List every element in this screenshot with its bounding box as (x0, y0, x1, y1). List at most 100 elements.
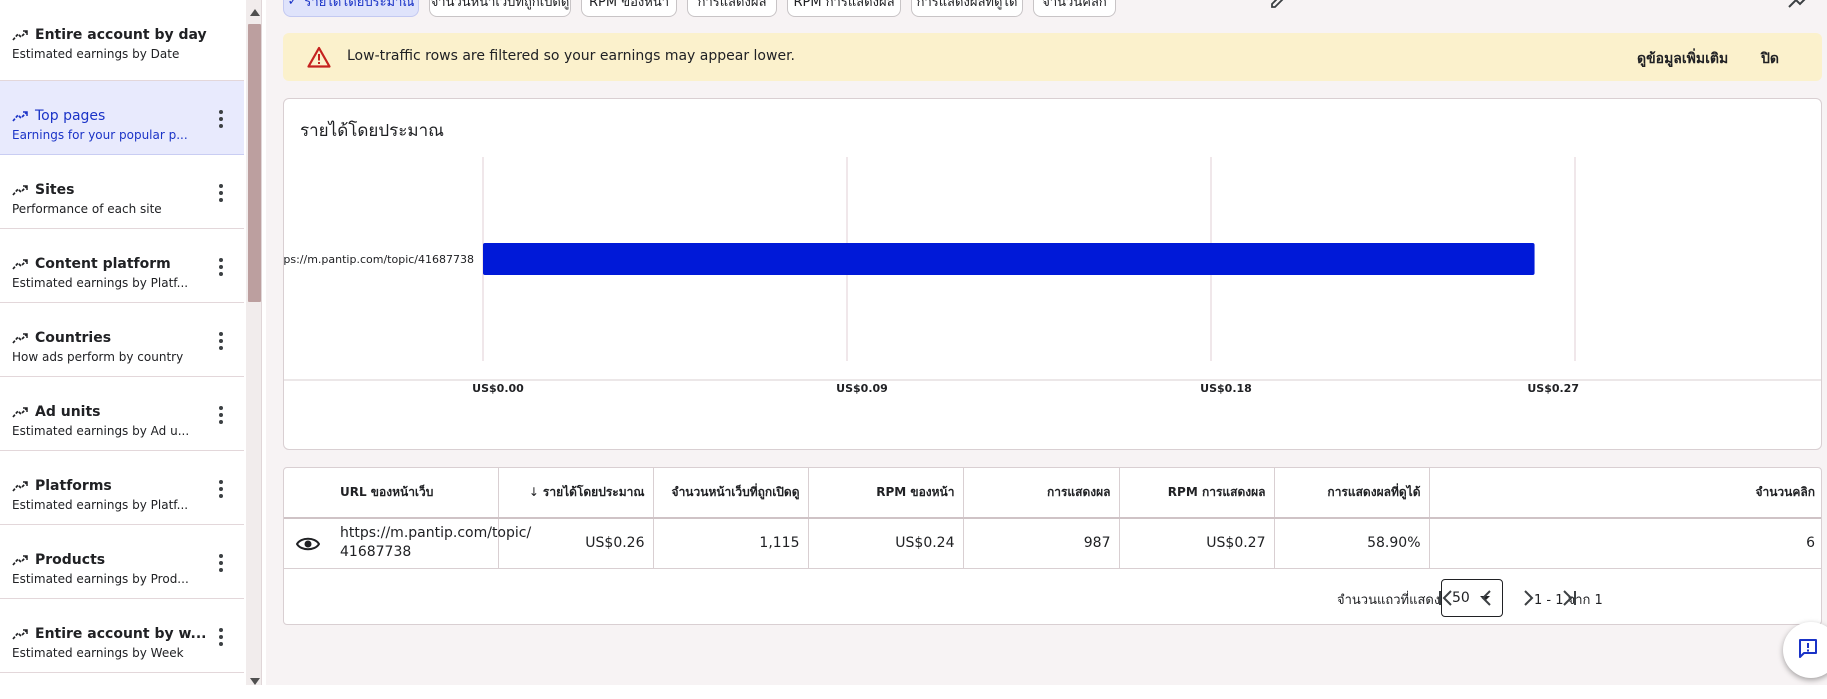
metric-cell: 6 (1429, 518, 1821, 569)
sidebar-item-label: Products (35, 552, 106, 568)
sidebar-item-subtitle: Estimated earnings by Week (12, 646, 184, 660)
more-vert-icon[interactable] (214, 551, 228, 575)
column-header[interactable]: URL ของหน้าเว็บ (284, 468, 499, 519)
rows-per-page-label: จำนวนแถวที่แสดง: (1337, 593, 1445, 608)
menu-dot (219, 413, 223, 417)
sidebar-item-title-row: Sites (12, 181, 244, 199)
scroll-up-arrow-icon[interactable] (250, 9, 260, 16)
sidebar-item-title-row: Top pages (12, 107, 244, 125)
more-vert-icon[interactable] (214, 255, 228, 279)
metric-chip[interactable]: RPM การแสดงผล (787, 0, 901, 17)
metric-chip[interactable]: การแสดงผล (687, 0, 777, 17)
menu-dot (219, 117, 223, 121)
more-vert-icon[interactable] (214, 329, 228, 353)
sidebar-item-title-row: Ad units (12, 403, 244, 421)
sidebar-item-subtitle: Estimated earnings by Ad u... (12, 424, 190, 438)
trend-icon (12, 629, 28, 640)
metric-chip-label: จำนวนหน้าเว็บที่ถูกเปิดดู (430, 0, 570, 10)
trend-icon (12, 333, 28, 344)
sidebar-item-subtitle: Estimated earnings by Date (12, 47, 180, 61)
more-vert-icon[interactable] (214, 403, 228, 427)
url-line[interactable]: https://m.pantip.com/topic/ (340, 524, 531, 543)
metric-chip[interactable]: ✓ รายได้โดยประมาณ (283, 0, 419, 17)
column-header[interactable]: จำนวนคลิก (1429, 468, 1821, 519)
sidebar-item[interactable]: Entire account by w... Estimated earnings… (0, 599, 244, 673)
trend-icon[interactable] (1788, 0, 1810, 8)
sidebar-item[interactable]: Sites Performance of each site (0, 155, 244, 229)
report-list: Entire account by day Estimated earnings … (0, 0, 244, 673)
more-vert-icon[interactable] (214, 477, 228, 501)
metric-chip-label: รายได้โดยประมาณ (304, 0, 415, 10)
menu-dot (219, 198, 223, 202)
menu-dot (219, 406, 223, 410)
trend-icon (12, 185, 28, 196)
column-header[interactable]: RPM ของหน้า (808, 468, 964, 519)
column-header[interactable]: ↓ รายได้โดยประมาณ (498, 468, 654, 519)
next-page-icon[interactable] (1516, 586, 1540, 610)
sidebar-item-label: Countries (35, 330, 112, 346)
metric-chip-label: การแสดงผลที่ดูได้ (916, 0, 1018, 10)
metric-cell: US$0.27 (1119, 518, 1275, 569)
menu-dot (219, 642, 223, 646)
metric-chip-label: การแสดงผล (697, 0, 767, 10)
sidebar-item[interactable]: Content platform Estimated earnings by Pl… (0, 229, 244, 303)
metric-cell: 987 (963, 518, 1120, 569)
top-pages-table-card: URL ของหน้าเว็บ ↓ รายได้โดยประมาณ จำนวนหน้า… (283, 467, 1822, 625)
menu-dot (219, 561, 223, 565)
first-page-icon[interactable] (1434, 586, 1458, 610)
metric-cell: 58.90% (1274, 518, 1430, 569)
sidebar-item[interactable]: Entire account by day Estimated earnings … (0, 0, 244, 81)
column-header[interactable]: การแสดงผล (963, 468, 1120, 519)
learn-more-link[interactable]: ดูข้อมูลเพิ่มเติม (1637, 48, 1728, 70)
metric-chip-label: RPM ของหน้า (588, 0, 670, 10)
menu-dot (219, 265, 223, 269)
pencil-icon[interactable] (1269, 0, 1291, 8)
more-vert-icon[interactable] (214, 625, 228, 649)
column-header-label: URL ของหน้าเว็บ (340, 485, 434, 499)
sidebar-item[interactable]: Products Estimated earnings by Prod... (0, 525, 244, 599)
sidebar-item-label: Sites (35, 182, 75, 198)
column-header-label: รายได้โดยประมาณ (542, 485, 645, 499)
dismiss-banner-button[interactable]: ปิด (1761, 48, 1779, 70)
sidebar-item-title-row: Platforms (12, 477, 244, 495)
menu-dot (219, 258, 223, 262)
menu-dot (219, 184, 223, 188)
more-vert-icon[interactable] (214, 181, 228, 205)
table-row[interactable]: https://m.pantip.com/topic/41687738 US$0.… (284, 518, 1821, 569)
sidebar-item-title-row: Content platform (12, 255, 244, 273)
column-header-label: การแสดงผลที่ดูได้ (1327, 485, 1421, 499)
sidebar-item[interactable]: Ad units Estimated earnings by Ad u... (0, 377, 244, 451)
table-header-row: URL ของหน้าเว็บ ↓ รายได้โดยประมาณ จำนวนหน้า… (284, 468, 1821, 519)
column-header-label: จำนวนคลิก (1755, 485, 1815, 499)
sidebar-item-title-row: Entire account by w... (12, 625, 244, 643)
metric-chip[interactable]: จำนวนหน้าเว็บที่ถูกเปิดดู (429, 0, 571, 17)
sidebar-item-title-row: Entire account by day (12, 26, 244, 44)
x-tick-label: US$0.18 (1200, 382, 1252, 395)
metric-chip[interactable]: จำนวนคลิก (1033, 0, 1116, 17)
column-header-label: การแสดงผล (1046, 485, 1111, 499)
previous-page-icon[interactable] (1475, 586, 1499, 610)
column-header[interactable]: การแสดงผลที่ดูได้ (1274, 468, 1430, 519)
more-vert-icon[interactable] (214, 107, 228, 131)
eye-icon[interactable] (296, 535, 320, 553)
column-header-label: จำนวนหน้าเว็บที่ถูกเปิดดู (671, 485, 800, 499)
sidebar-scrollbar[interactable] (246, 0, 261, 685)
main-content: ✓ รายได้โดยประมาณจำนวนหน้าเว็บที่ถูกเปิดด… (266, 0, 1827, 685)
menu-dot (219, 332, 223, 336)
url-line[interactable]: 41687738 (340, 543, 490, 562)
metric-chip[interactable]: การแสดงผลที่ดูได้ (911, 0, 1023, 17)
column-header-label: RPM ของหน้า (876, 485, 955, 499)
sidebar-item-subtitle: Estimated earnings by Platf... (12, 276, 189, 290)
metric-chip[interactable]: RPM ของหน้า (581, 0, 677, 17)
scroll-down-arrow-icon[interactable] (250, 678, 260, 685)
scrollbar-thumb[interactable] (248, 24, 261, 302)
menu-dot (219, 272, 223, 276)
sidebar-item[interactable]: Top pages Earnings for your popular p... (0, 81, 244, 155)
bar[interactable] (483, 243, 1535, 275)
last-page-icon[interactable] (1557, 586, 1581, 610)
column-header[interactable]: RPM การแสดงผล (1119, 468, 1275, 519)
sidebar-item[interactable]: Platforms Estimated earnings by Platf... (0, 451, 244, 525)
column-header[interactable]: จำนวนหน้าเว็บที่ถูกเปิดดู (653, 468, 809, 519)
sidebar-item[interactable]: Countries How ads perform by country (0, 303, 244, 377)
sidebar-item-label: Entire account by w... (35, 626, 207, 642)
